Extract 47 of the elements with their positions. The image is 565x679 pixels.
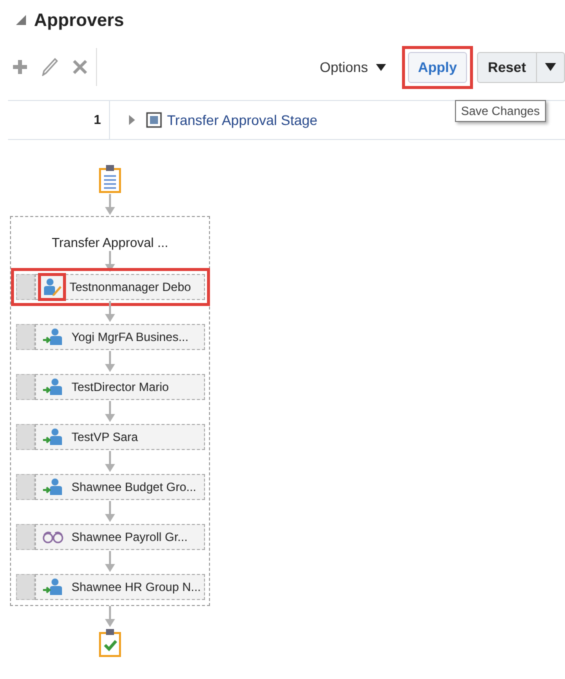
expand-triangle-icon[interactable] [128,115,136,125]
caret-icon [376,64,386,70]
glasses-icon [42,530,64,544]
clipboard-check-icon [98,628,122,658]
edit-icon[interactable] [42,58,58,76]
section-title: Approvers [34,8,124,32]
node-handle [16,574,34,600]
connector-arrow [105,301,115,323]
person-arrow-icon [42,577,64,597]
connector-arrow [105,401,115,423]
node-handle [16,374,34,400]
person-arrow-icon [42,377,64,397]
collapse-triangle-icon[interactable] [16,15,26,25]
stage-link[interactable]: Transfer Approval Stage [167,110,318,130]
row-number: 1 [8,101,110,139]
person-arrow-icon [42,327,64,347]
node-handle [16,524,34,550]
stage-title: Transfer Approval ... [52,234,168,251]
stage-icon [146,112,162,128]
connector-arrow [105,551,115,573]
connector-arrow [105,606,115,628]
connector-arrow [105,194,115,216]
person-arrow-icon [42,427,64,447]
participant-name: Shawnee HR Group N... [72,579,201,596]
person-pencil-icon [42,277,62,297]
node-handle [16,274,34,300]
node-handle [16,324,34,350]
connector-arrow [105,501,115,523]
participant-name: Shawnee Budget Gro... [72,479,196,496]
delete-icon[interactable] [72,59,88,75]
clipboard-icon [98,164,122,194]
participant-name: Yogi MgrFA Busines... [72,329,188,346]
add-icon[interactable] [12,59,28,75]
connector-arrow [105,251,115,273]
node-handle [16,474,34,500]
connector-arrow [105,451,115,473]
participant-name: TestVP Sara [72,429,138,446]
apply-button[interactable]: Apply [408,52,467,82]
caret-icon [545,63,556,71]
participant-name: Shawnee Payroll Gr... [72,529,188,546]
tooltip: Save Changes [455,100,546,122]
options-menu[interactable]: Options [320,56,386,78]
person-arrow-icon [42,477,64,497]
connector-arrow [105,351,115,373]
participant-name: Testnonmanager Debo [70,279,191,296]
node-handle [16,424,34,450]
participant-name: TestDirector Mario [72,379,169,396]
